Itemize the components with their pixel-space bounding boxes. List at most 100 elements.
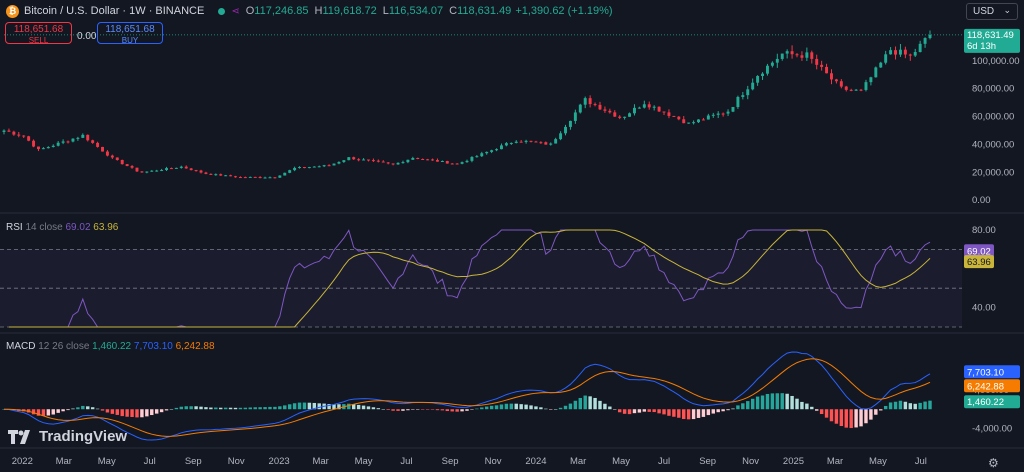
macd-histogram-bar bbox=[824, 409, 829, 418]
candle-body bbox=[628, 113, 632, 117]
currency-select[interactable]: USD ⌄ bbox=[966, 3, 1018, 20]
macd-histogram-bar bbox=[499, 404, 504, 410]
candle-body bbox=[155, 170, 159, 172]
candle-body bbox=[357, 159, 361, 161]
chart-canvas[interactable]: 0.00 20,000.00 40,000.00 60,000.00 80,000.00… bbox=[0, 0, 1024, 472]
macd-histogram-bar bbox=[430, 409, 435, 410]
macd-histogram-bar bbox=[115, 409, 120, 415]
candle-body bbox=[238, 177, 242, 179]
macd-histogram-bar bbox=[71, 408, 75, 410]
macd-histogram-bar bbox=[706, 409, 711, 416]
macd-histogram-bar bbox=[549, 409, 553, 410]
candle-body bbox=[81, 134, 85, 138]
time-axis-tick-label: 2023 bbox=[269, 456, 290, 467]
macd-histogram-bar bbox=[578, 397, 583, 410]
macd-histogram-bar bbox=[95, 408, 100, 410]
candle-body bbox=[248, 176, 252, 178]
macd-histogram-bar bbox=[568, 403, 573, 410]
candle-body bbox=[726, 111, 730, 114]
candle-body bbox=[86, 134, 90, 141]
macd-histogram-bar bbox=[859, 409, 863, 427]
price-axis-tick-label: 0.00 bbox=[972, 195, 991, 206]
candle-body bbox=[302, 167, 306, 169]
macd-histogram-bar bbox=[800, 401, 804, 410]
candle-body bbox=[41, 148, 45, 150]
share-node-icon[interactable]: ⋖ bbox=[231, 6, 239, 17]
macd-histogram-bar bbox=[923, 401, 927, 410]
macd-histogram-bar bbox=[307, 402, 312, 410]
gear-icon[interactable]: ⚙ bbox=[988, 456, 999, 470]
time-axis-tick-label: Mar bbox=[570, 456, 586, 467]
candle-body bbox=[450, 163, 454, 165]
time-axis-tick-label: May bbox=[98, 456, 116, 467]
candle-body bbox=[756, 76, 760, 83]
candle-body bbox=[761, 73, 765, 77]
open-value: 117,246.85 bbox=[254, 5, 309, 17]
buy-button[interactable]: 118,651.68 BUY bbox=[97, 22, 163, 45]
candle-body bbox=[632, 107, 636, 114]
candle-body bbox=[894, 50, 897, 55]
candle-body bbox=[391, 163, 395, 165]
rsi-legend[interactable]: RSI 14 close 69.02 63.96 bbox=[6, 222, 118, 233]
macd-histogram-bar bbox=[258, 407, 262, 410]
macd-histogram-bar bbox=[391, 409, 395, 411]
candle-body bbox=[490, 150, 494, 152]
macd-histogram-bar bbox=[810, 406, 814, 410]
macd-legend[interactable]: MACD 12 26 close 1,460.22 7,703.10 6,242… bbox=[6, 341, 215, 352]
macd-histogram-bar bbox=[90, 407, 95, 410]
macd-histogram-bar bbox=[755, 396, 760, 410]
macd-histogram-bar bbox=[184, 406, 188, 410]
macd-histogram-bar bbox=[371, 407, 376, 410]
macd-histogram-bar bbox=[223, 407, 228, 410]
candle-body bbox=[568, 120, 572, 127]
candle-body bbox=[174, 167, 178, 169]
macd-histogram-bar bbox=[731, 408, 735, 410]
macd-histogram-bar bbox=[573, 400, 578, 410]
macd-histogram-bar bbox=[169, 409, 174, 410]
candle-body bbox=[874, 67, 878, 78]
candle-body bbox=[514, 141, 518, 143]
tradingview-logo[interactable]: TradingView bbox=[8, 428, 127, 445]
candle-body bbox=[27, 136, 31, 141]
macd-histogram-bar bbox=[51, 409, 55, 415]
macd-histogram-bar bbox=[534, 406, 538, 410]
candle-body bbox=[317, 166, 321, 168]
currency-label: USD bbox=[973, 6, 995, 17]
macd-histogram-bar bbox=[903, 401, 908, 410]
candle-body bbox=[12, 131, 16, 135]
sell-button[interactable]: 118,651.68 SELL bbox=[5, 22, 72, 45]
macd-histogram-bar bbox=[376, 408, 381, 410]
candle-body bbox=[352, 157, 356, 160]
macd-histogram-bar bbox=[401, 409, 405, 411]
macd-histogram-bar bbox=[209, 407, 213, 410]
candle-body bbox=[598, 104, 602, 110]
macd-histogram-bar bbox=[480, 407, 484, 410]
candle-body bbox=[765, 65, 769, 74]
candle-body bbox=[908, 54, 912, 56]
macd-histogram-bar bbox=[56, 409, 60, 413]
spread-value: 0.00 bbox=[77, 31, 97, 42]
candle-body bbox=[273, 177, 277, 179]
buy-price: 118,651.68 bbox=[105, 24, 155, 35]
candle-body bbox=[884, 54, 888, 63]
chart-window: 0.00 20,000.00 40,000.00 60,000.00 80,000.00… bbox=[0, 0, 1024, 472]
macd-histogram-bar bbox=[81, 405, 85, 410]
symbol-title[interactable]: Bitcoin / U.S. Dollar · 1W · BINANCE bbox=[24, 5, 204, 17]
macd-histogram-bar bbox=[854, 409, 858, 428]
candle-body bbox=[120, 159, 124, 165]
macd-histogram-bar bbox=[726, 409, 730, 411]
macd-histogram-bar bbox=[662, 409, 666, 415]
macd-histogram-bar bbox=[617, 409, 622, 413]
candle-body bbox=[731, 106, 735, 112]
macd-histogram-bar bbox=[736, 405, 740, 410]
macd-histogram-bar bbox=[514, 403, 518, 410]
tradingview-logo-text: TradingView bbox=[39, 428, 128, 445]
macd-histogram-bar bbox=[928, 400, 932, 410]
macd-histogram-bar bbox=[189, 406, 193, 410]
candle-body bbox=[780, 53, 784, 59]
candle-body bbox=[332, 163, 336, 166]
time-axis-tick-label: May bbox=[612, 456, 630, 467]
sell-label: SELL bbox=[28, 36, 49, 45]
candle-body bbox=[583, 98, 587, 105]
macd-histogram-bar bbox=[455, 409, 459, 412]
